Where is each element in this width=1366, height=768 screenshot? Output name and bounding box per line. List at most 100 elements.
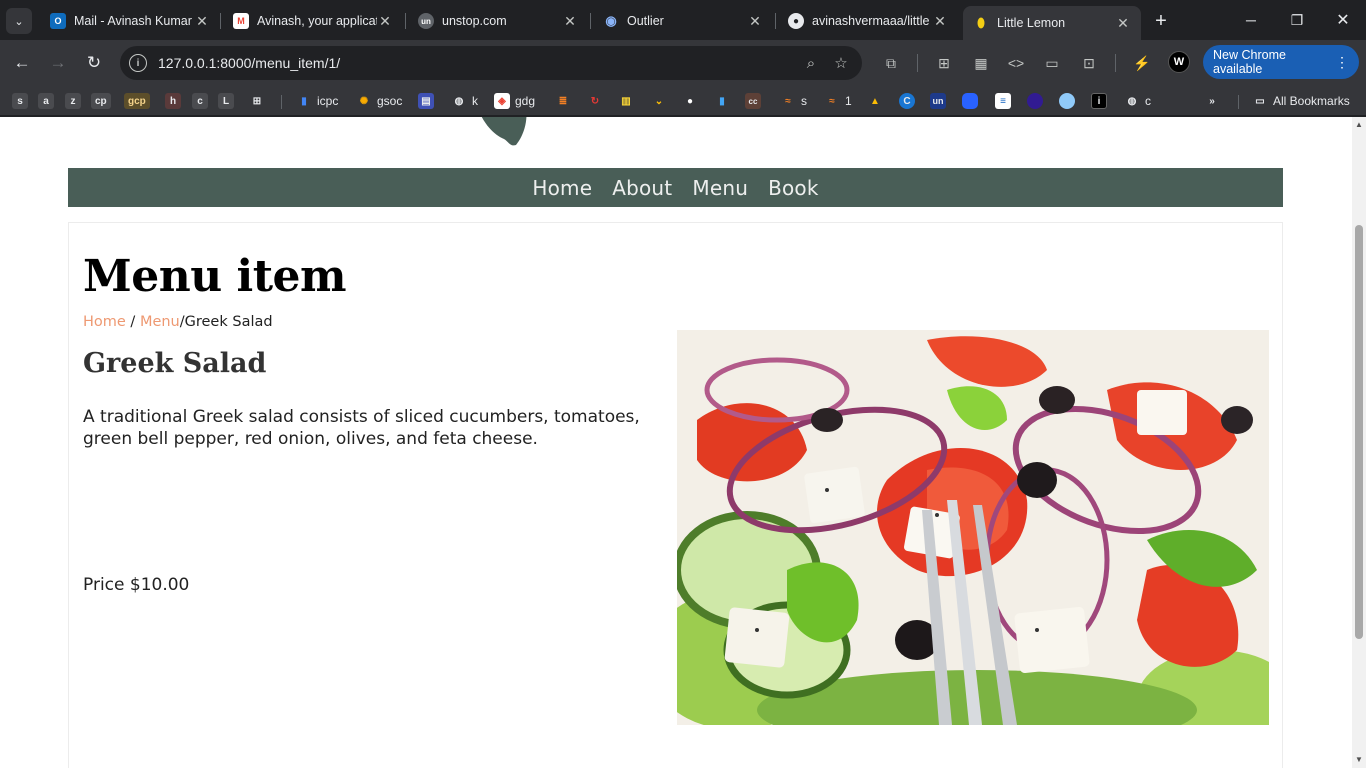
arrow-right-icon: →: [49, 53, 67, 72]
breadcrumb-current: /Greek Salad: [179, 314, 273, 330]
unstop-icon: un: [418, 13, 434, 29]
breadcrumb: Home / Menu/Greek Salad: [83, 314, 273, 330]
bookmark-chart[interactable]: ▮: [714, 91, 730, 111]
bookmark-drive[interactable]: ▲: [867, 91, 883, 111]
apps-button[interactable]: ⊞: [249, 91, 265, 111]
calendar-icon: ▤: [418, 93, 434, 109]
bookmark-un[interactable]: un: [930, 91, 946, 111]
bookmark-h[interactable]: h: [165, 91, 181, 111]
item-description: A traditional Greek salad consists of sl…: [83, 407, 640, 449]
screenshot-icon[interactable]: ⊡: [1077, 51, 1101, 75]
apps-grid-icon: ⊞: [252, 95, 262, 107]
close-icon[interactable]: ✕: [562, 13, 578, 30]
bookmark-gsoc[interactable]: ✺ gsoc: [356, 91, 403, 111]
bookmark-1[interactable]: ≈1: [824, 91, 851, 111]
bookmark-gdg[interactable]: ◈ gdg: [494, 91, 535, 111]
bookmark-c[interactable]: c: [192, 91, 208, 111]
refresh-red-icon: ↻: [590, 95, 600, 107]
bookmark-dark-circle[interactable]: [1027, 91, 1043, 111]
breadcrumb-separator: /: [125, 314, 140, 330]
bookmark-codechef-v[interactable]: ⌄: [651, 91, 667, 111]
new-tab-button[interactable]: +: [1149, 9, 1173, 33]
bookmark-gcp[interactable]: gcp: [124, 91, 150, 111]
info-square-icon: i: [1091, 93, 1107, 109]
globe-icon: ◍: [1127, 95, 1137, 107]
close-icon[interactable]: ✕: [932, 13, 948, 30]
scroll-down-icon[interactable]: ▼: [1355, 756, 1363, 764]
close-icon: ✕: [1336, 12, 1350, 29]
bars-icon: ▥: [621, 95, 631, 107]
tab-outlier[interactable]: ◉ Outlier ✕: [593, 6, 773, 36]
nav-about[interactable]: About: [602, 176, 682, 200]
url-text[interactable]: 127.0.0.1:8000/menu_item/1/: [158, 55, 796, 71]
bookmark-github[interactable]: ●: [682, 91, 698, 111]
breadcrumb-home[interactable]: Home: [83, 314, 126, 330]
more-bookmarks-button[interactable]: »: [1204, 91, 1220, 111]
globe-icon: ◍: [454, 95, 464, 107]
tab-title: Avinash, your applicati: [257, 14, 377, 28]
reading-mode-icon[interactable]: ▭: [1040, 51, 1064, 75]
performance-icon[interactable]: ⚡: [1130, 51, 1154, 75]
back-button[interactable]: ←: [8, 49, 36, 77]
bookmark-icpc[interactable]: ▮ icpc: [296, 91, 338, 111]
bookmark-bars[interactable]: ▥: [618, 91, 634, 111]
bookmark-star-icon[interactable]: ☆: [826, 48, 856, 78]
scrollbar-thumb[interactable]: [1355, 225, 1363, 639]
close-icon[interactable]: ✕: [747, 13, 763, 30]
tab-github[interactable]: ● avinashvermaaa/little ✕: [778, 6, 958, 36]
close-icon[interactable]: ✕: [377, 13, 393, 30]
nav-menu[interactable]: Menu: [682, 176, 758, 200]
minimize-button[interactable]: ─: [1228, 0, 1274, 40]
site-navigation: Home About Menu Book: [68, 168, 1283, 207]
item-name: Greek Salad: [83, 348, 267, 379]
bookmark-k[interactable]: ◍ k: [451, 91, 478, 111]
tab-little-lemon[interactable]: Little Lemon ✕: [963, 6, 1141, 40]
close-icon[interactable]: ✕: [1115, 15, 1131, 32]
bookmark-favicon: h: [165, 93, 181, 109]
bookmark-cc[interactable]: cc: [745, 91, 761, 111]
bookmark-blue[interactable]: [962, 91, 978, 111]
bookmark-calendar[interactable]: ▤: [418, 91, 434, 111]
extensions-icon[interactable]: ⧉: [879, 51, 903, 75]
close-window-button[interactable]: ✕: [1320, 0, 1366, 40]
translate-icon[interactable]: ⊞: [932, 51, 956, 75]
bookmark-black-square[interactable]: i: [1091, 91, 1107, 111]
bookmark-light-circle[interactable]: [1059, 91, 1075, 111]
nav-book[interactable]: Book: [758, 176, 829, 200]
tab-gmail[interactable]: M Avinash, your applicati ✕: [223, 6, 403, 36]
icpc-icon: ▮: [301, 95, 307, 107]
bookmark-form[interactable]: ≡: [995, 91, 1011, 111]
bookmark-cp[interactable]: cp: [91, 91, 111, 111]
tab-mail[interactable]: O Mail - Avinash Kumar ✕: [40, 6, 220, 36]
greek-salad-image: [677, 330, 1269, 725]
tab-unstop[interactable]: un unstop.com ✕: [408, 6, 588, 36]
page-scrollbar[interactable]: ▲ ▼: [1352, 117, 1366, 768]
bookmark-l[interactable]: L: [218, 91, 234, 111]
site-info-icon[interactable]: i: [129, 54, 147, 72]
scroll-up-icon[interactable]: ▲: [1355, 121, 1363, 129]
bookmark-z[interactable]: z: [65, 91, 81, 111]
bookmark-a[interactable]: a: [38, 91, 54, 111]
tab-title: Little Lemon: [997, 16, 1066, 30]
bookmark-c-globe[interactable]: ◍ c: [1124, 91, 1151, 111]
all-bookmarks[interactable]: ▭ All Bookmarks: [1252, 91, 1349, 111]
blue-app-icon: [962, 93, 978, 109]
restore-button[interactable]: ❐: [1274, 0, 1320, 40]
forward-button[interactable]: →: [44, 49, 72, 77]
zoom-icon[interactable]: ⌕: [796, 48, 826, 78]
profile-avatar[interactable]: W: [1168, 51, 1190, 73]
bookmark-red[interactable]: ↻: [587, 91, 603, 111]
nav-home[interactable]: Home: [522, 176, 602, 200]
address-bar[interactable]: i 127.0.0.1:8000/menu_item/1/ ⌕ ☆: [120, 46, 862, 80]
tab-search-button[interactable]: ⌄: [6, 8, 32, 34]
bookmark-stackoverflow[interactable]: ≣: [555, 91, 571, 111]
close-icon[interactable]: ✕: [194, 13, 210, 30]
reload-button[interactable]: ↻: [80, 49, 108, 77]
bookmark-s2[interactable]: ≈ s: [780, 91, 807, 111]
breadcrumb-menu[interactable]: Menu: [140, 314, 180, 330]
bookmark-c-blue[interactable]: C: [899, 91, 915, 111]
new-chrome-available-button[interactable]: New Chrome available ⋮: [1203, 45, 1359, 79]
tab-layout-icon[interactable]: ▦: [969, 51, 993, 75]
bookmark-s[interactable]: s: [12, 91, 28, 111]
code-icon[interactable]: <>: [1004, 51, 1028, 75]
